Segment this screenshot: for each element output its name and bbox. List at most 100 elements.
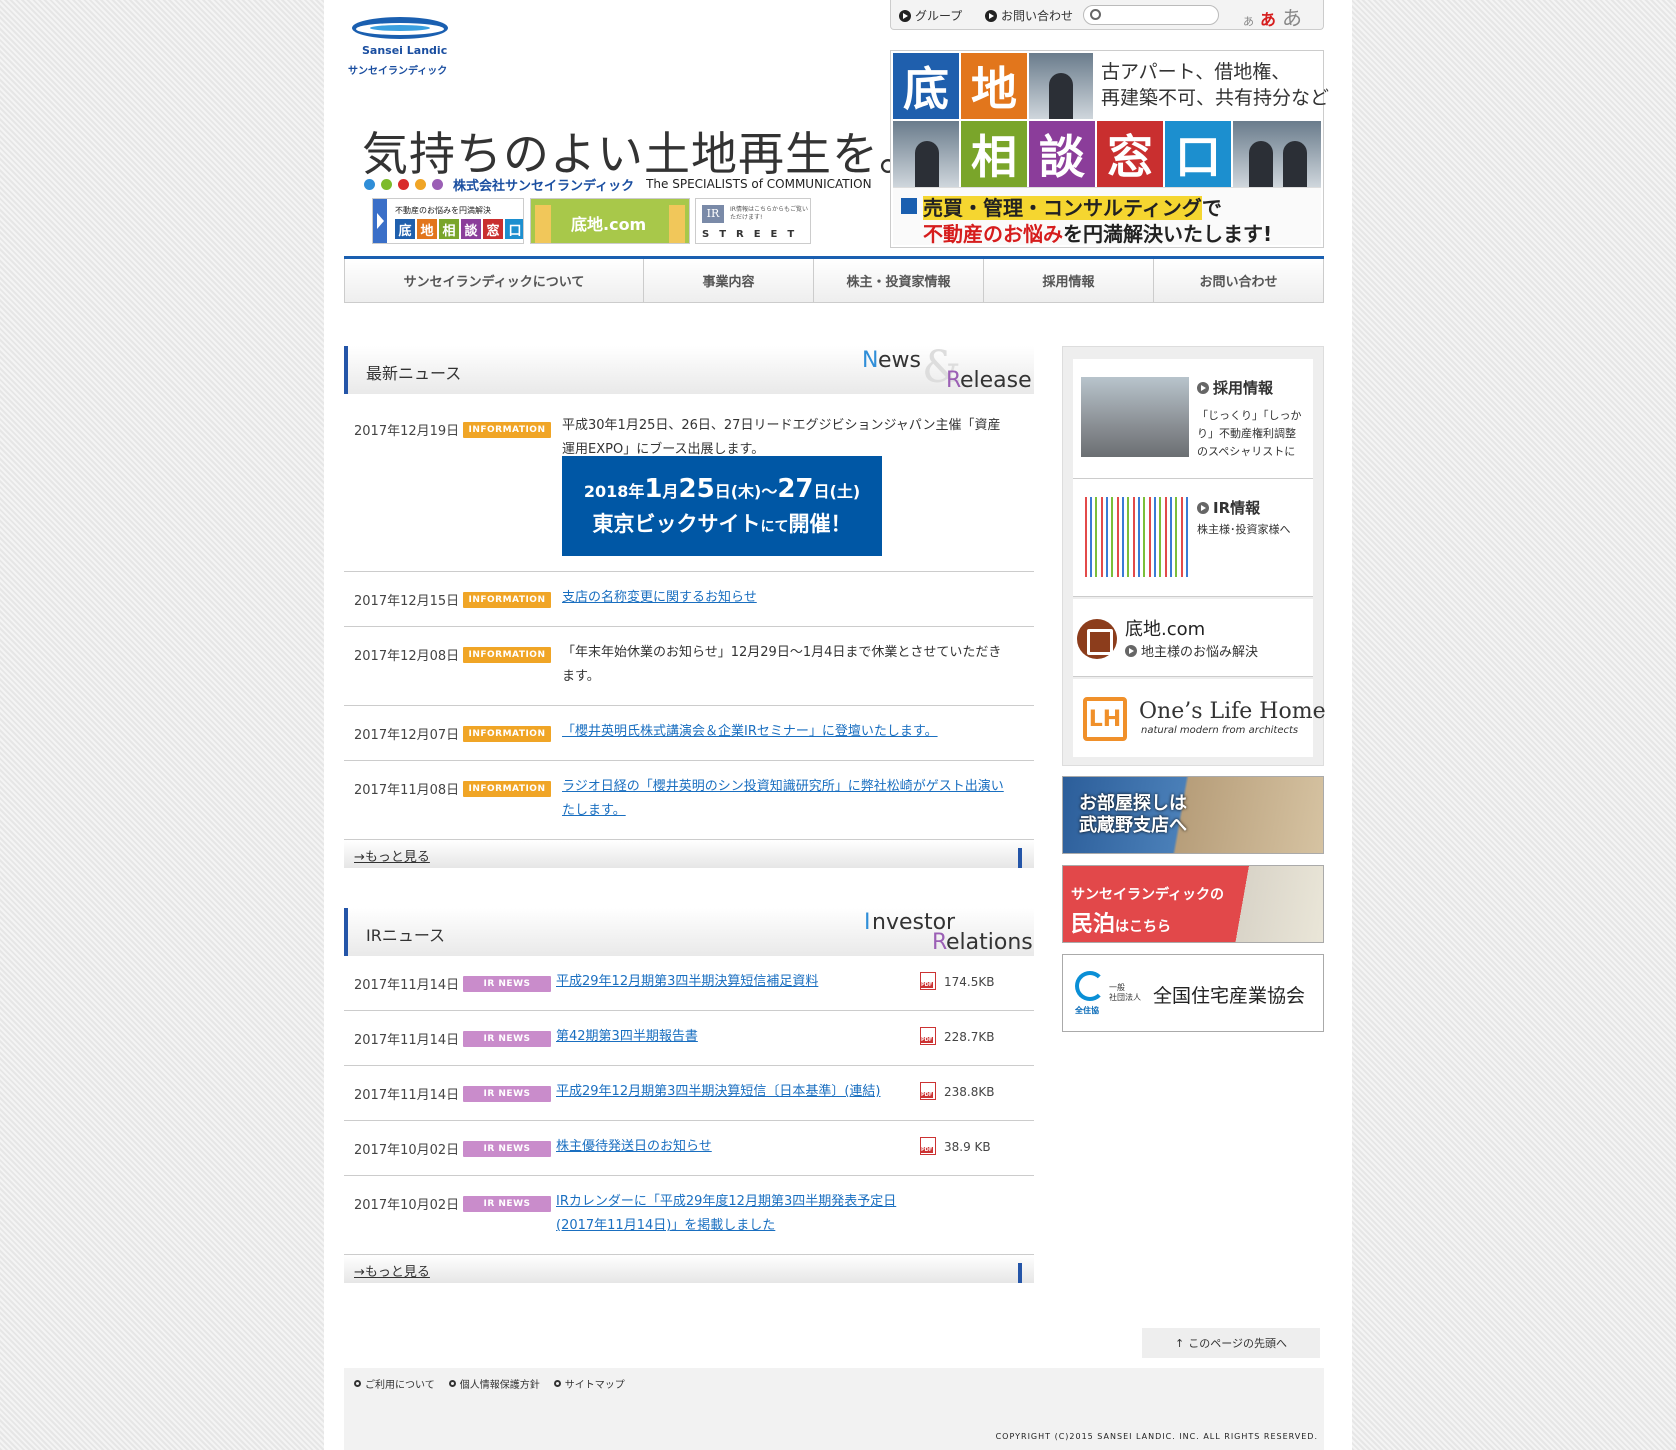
ir-more-link[interactable]: →もっと見る [354, 1261, 430, 1280]
hero-bottom: 売買・管理・コンサルティングで 不動産のお悩みを円満解決いたします! [893, 187, 1321, 247]
expo-weekday-end: 日(土) [813, 482, 861, 501]
news-title: 最新ニュース [366, 364, 462, 383]
hero-banner[interactable]: 底 地 相 談 窓 口 古アパート、借地権、 再建築不可、共有持分など 売買・管… [890, 50, 1329, 248]
bullet-icon [553, 1380, 561, 1387]
building-icon [535, 205, 551, 243]
hero-bottom-line1: 売買・管理・コンサルティングで [923, 192, 1222, 221]
ir-chart-photo [1081, 497, 1189, 577]
zenjukyo-banner[interactable]: 全住協 一般 社団法人 全国住宅産業協会 [1062, 954, 1324, 1032]
hero-photo [893, 121, 959, 187]
news-link[interactable]: ラジオ日経の「櫻井英明のシン投資知識研究所」に弊社松崎がゲスト出演いたします。 [562, 775, 1012, 823]
deco-word: ews [878, 348, 921, 373]
site-logo[interactable]: Sansei Landic サンセイランディック [346, 14, 456, 78]
ir-news-badge: IR NEWS [463, 1031, 551, 1047]
deco-word: elease [960, 368, 1032, 393]
font-size-medium[interactable]: あ [1260, 6, 1276, 30]
musashino-branch-banner[interactable]: お部屋探しは 武蔵野支店へ [1062, 776, 1324, 854]
hero-tile: 窓 [1097, 121, 1163, 187]
pdf-icon [920, 1137, 936, 1155]
font-size-small[interactable]: あ [1243, 13, 1254, 29]
footer-link-terms[interactable]: ご利用について [354, 1376, 435, 1391]
ones-life-home-card[interactable]: LH One’s Life Home natural modern from a… [1073, 679, 1326, 757]
ir-news-badge: IR NEWS [463, 1196, 551, 1212]
arrow-icon [1125, 644, 1137, 657]
arrow-icon [899, 9, 911, 22]
search-input[interactable] [1106, 8, 1214, 22]
footer-link-sitemap[interactable]: サイトマップ [553, 1376, 625, 1391]
zenjukyo-type: 一般 社団法人 [1109, 983, 1141, 1003]
information-badge: INFORMATION [463, 422, 551, 438]
footer-link-label: ご利用について [365, 1380, 435, 1391]
page-top-button[interactable]: ↑ このページの先頭へ [1142, 1328, 1320, 1358]
news-link[interactable]: 「櫻井英明氏株式講演会＆企業IRセミナー」に登壇いたします。 [562, 720, 1012, 744]
news-row: 2017年12月19日 INFORMATION 平成30年1月25日、26日、2… [344, 394, 1034, 572]
ir-link[interactable]: IRカレンダーに「平成29年度12月期第3四半期発表予定日(2017年11月14… [556, 1190, 906, 1238]
news-row: 2017年12月08日 INFORMATION 「年末年始休業のお知らせ」12月… [344, 627, 1034, 706]
ir-link[interactable]: 株主優待発送日のお知らせ [556, 1135, 916, 1159]
logo-swirl-icon [352, 17, 448, 39]
sokochi-card[interactable]: 底地.com 地主様のお悩み解決 [1073, 599, 1313, 677]
minpaku-line2: 民泊はこちら [1071, 906, 1171, 938]
contact-link[interactable]: お問い合わせ [985, 7, 1073, 24]
sokochi-banner[interactable]: 底地.com [530, 198, 690, 244]
ir-row: 2017年11月14日 IR NEWS 第42期第3四半期報告書 228.7KB [344, 1011, 1034, 1066]
sokochi-banner-label: 底地.com [571, 215, 647, 234]
deco-cap: I [864, 910, 871, 935]
deco-cap: R [946, 368, 962, 393]
company-slogan: The SPECIALISTS of COMMUNICATION [646, 177, 872, 191]
musashino-text: お部屋探しは 武蔵野支店へ [1079, 793, 1187, 837]
search-box[interactable] [1083, 5, 1219, 25]
ir-info-card[interactable]: IR情報 株主様･投資家様へ [1073, 479, 1313, 597]
edge-marker [1018, 1263, 1022, 1283]
sokochi-sub: 地主様のお悩み解決 [1125, 641, 1258, 660]
nav-item-contact[interactable]: お問い合わせ [1154, 259, 1323, 302]
nav-item-investors[interactable]: 株主・投資家情報 [814, 259, 984, 302]
zenjukyo-name: 全国住宅産業協会 [1153, 985, 1306, 1007]
page-top-label: このページの先頭へ [1188, 1337, 1287, 1350]
hero-tile: 談 [1029, 121, 1095, 187]
expo-banner[interactable]: 2018年1月25日(木)～27日(土) 東京ビックサイトにて開催！ [562, 456, 882, 556]
edge-marker [1018, 848, 1022, 868]
font-size-large[interactable]: あ [1282, 2, 1302, 31]
sidebar-box: 採用情報 「じっくり」「しっかり」不動産権利調整のスペシャリストに IR情報 株… [1062, 346, 1326, 766]
minpaku-banner[interactable]: サンセイランディックの 民泊はこちら [1062, 865, 1324, 943]
lh-logo-icon: LH [1083, 697, 1127, 741]
ir-panel-header: IRニュース I nvestor R elations [344, 908, 1034, 956]
logo-name: Sansei Landic [362, 44, 448, 57]
ir-link[interactable]: 第42期第3四半期報告書 [556, 1025, 916, 1049]
nav-item-recruit[interactable]: 採用情報 [984, 259, 1154, 302]
minpaku-line1: サンセイランディックの [1071, 887, 1225, 903]
dot-icon [381, 178, 392, 190]
sokochi-sub-label: 地主様のお悩み解決 [1141, 645, 1259, 660]
hero-line1-rest: で [1201, 196, 1222, 220]
expo-weekday-start: 日(木)～ [714, 482, 778, 501]
dot-icon [364, 178, 375, 190]
ir-link[interactable]: 平成29年12月期第3四半期決算短信補足資料 [556, 970, 916, 994]
ir-panel: IRニュース I nvestor R elations 2017年11月14日 … [344, 908, 1034, 1283]
recruit-card[interactable]: 採用情報 「じっくり」「しっかり」不動産権利調整のスペシャリストに [1073, 359, 1313, 479]
news-link[interactable]: 支店の名称変更に関するお知らせ [562, 586, 1012, 610]
ir-street-banner[interactable]: IR IR情報はこちらからもご覧いただけます! STREET [695, 198, 811, 244]
logo-kana: サンセイランディック [348, 66, 448, 77]
news-date: 2017年12月07日 [354, 728, 460, 743]
file-size: 238.8KB [944, 1085, 995, 1099]
news-date: 2017年12月08日 [354, 649, 460, 664]
news-text: 「年末年始休業のお知らせ」12月29日～1月4日まで休業とさせていただきます。 [562, 645, 1002, 684]
ir-date: 2017年11月14日 [354, 978, 460, 993]
soudan-banner[interactable]: 不動産のお悩みを円満解決 底 地 相 談 窓 口 [372, 198, 524, 244]
news-more-link[interactable]: →もっと見る [354, 846, 430, 865]
arrow-icon [373, 199, 387, 243]
olh-name: One’s Life Home [1139, 699, 1326, 724]
information-badge: INFORMATION [463, 647, 551, 663]
ir-link[interactable]: 平成29年12月期第3四半期決算短信〔日本基準〕(連結) [556, 1080, 916, 1104]
expo-dates: 2018年1月25日(木)～27日(土) [562, 474, 882, 504]
nav-item-about[interactable]: サンセイランディックについて [345, 259, 644, 302]
information-badge: INFORMATION [463, 726, 551, 742]
group-link[interactable]: グループ [899, 7, 962, 24]
footer-link-privacy[interactable]: 個人情報保護方針 [448, 1376, 540, 1391]
soudan-tile: 底 [395, 219, 415, 239]
hero-bottom-line2: 不動産のお悩みを円満解決いたします! [923, 218, 1272, 247]
expo-held: 開催！ [788, 512, 852, 536]
nav-item-business[interactable]: 事業内容 [644, 259, 814, 302]
recruit-title-label: 採用情報 [1213, 379, 1274, 397]
